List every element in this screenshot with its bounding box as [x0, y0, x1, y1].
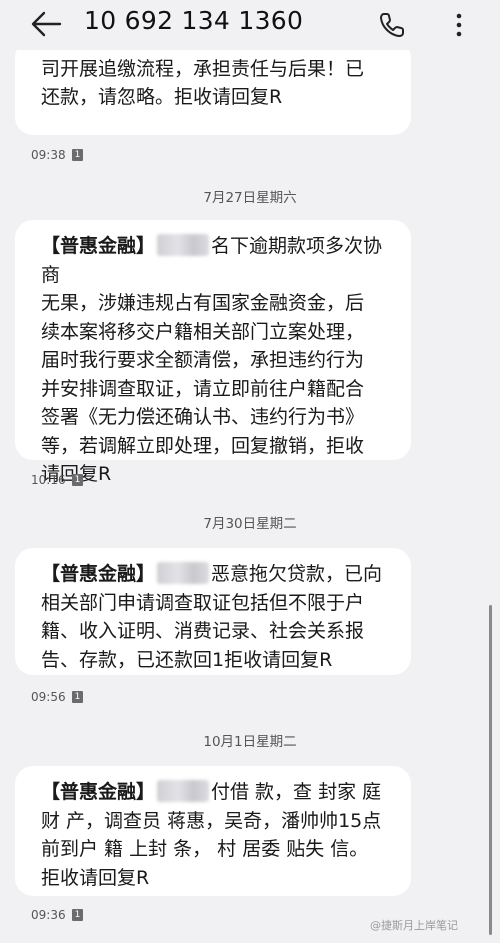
message-time: 09:36 [31, 908, 66, 922]
sim-card-icon: 1 [72, 691, 83, 703]
message-line: 还款，请忽略。拒收请回复R [41, 86, 283, 108]
message-line: 续本案将移交户籍相关部门立案处理， [41, 320, 365, 343]
message-line: 籍、收入证明、消费记录、社会关系报 [41, 620, 365, 642]
message-line: 等，若调解立即处理，回复撤销，拒收 [41, 434, 365, 457]
message-line: 无果，涉嫌违规占有国家金融资金，后 [41, 292, 365, 314]
sender-brand: 【普惠金融】 [41, 563, 156, 585]
message-line: 司开展追缴流程，承担责任与后果！已 [41, 57, 365, 80]
more-options-icon[interactable] [448, 10, 470, 40]
message-line: 财 产，调查员 蒋惠，吴奇，潘帅帅15点 [41, 809, 382, 832]
message-bubble[interactable]: 【普惠金融】 名下逾期款项多次协商 无果，涉嫌违规占有国家金融资金，后 续本案将移… [15, 220, 411, 485]
sim-card-icon: 1 [72, 149, 83, 161]
message-bubble[interactable]: 【普惠金融】 恶意拖欠贷款，已向 相关部门申请调查取证包括但不限于户 籍、收入证明… [15, 548, 411, 675]
message-line: 前到户 籍 上封 条， 村 居委 贴失 信。 [41, 838, 369, 860]
sim-card-icon: 1 [72, 474, 83, 486]
message-line: 拒收请回复R [41, 866, 150, 889]
message-line: 相关部门申请调查取证包括但不限于户 [41, 591, 365, 614]
date-separator: 10月1日星期二 [203, 734, 297, 750]
message-time: 09:56 [31, 690, 66, 704]
date-separator: 7月30日星期二 [203, 516, 297, 532]
scrollbar[interactable] [489, 605, 492, 935]
back-arrow-icon[interactable] [30, 9, 62, 39]
sender-number: 10 692 134 1360 [84, 6, 304, 35]
message-time: 10:16 [31, 473, 66, 487]
phone-icon[interactable] [378, 11, 406, 39]
date-separator: 7月27日星期六 [203, 190, 297, 206]
message-line: 告、存款，已还款回1拒收请回复R [41, 648, 333, 671]
message-line: 【普惠金融】 恶意拖欠贷款，已向 [41, 562, 383, 585]
sender-brand: 【普惠金融】 [41, 235, 156, 257]
message-line: 届时我行要求全额清偿，承担违约行为 [41, 349, 365, 371]
message-bubble[interactable]: 款信函一式三份，委托当地三方债务公 司开展追缴流程，承担责任与后果！已 还款，请… [15, 29, 411, 135]
conversation-header: 10 692 134 1360 [0, 0, 500, 50]
watermark: @捷斯月上岸笔记 [370, 919, 458, 932]
message-time: 09:38 [31, 148, 66, 162]
message-line: 【普惠金融】 付借 款，查 封家 庭 [41, 780, 382, 803]
message-line: 请回复R [41, 460, 401, 489]
redacted-name [157, 234, 210, 256]
sim-card-icon: 1 [72, 909, 83, 921]
redacted-name [157, 780, 210, 802]
message-line: 【普惠金融】 名下逾期款项多次协商 [41, 234, 383, 286]
sender-brand: 【普惠金融】 [41, 781, 156, 803]
redacted-name [157, 562, 210, 584]
message-line: 并安排调查取证，请立即前往户籍配合 [41, 377, 365, 400]
message-bubble[interactable]: 【普惠金融】 付借 款，查 封家 庭 财 产，调查员 蒋惠，吴奇，潘帅帅15点 前… [15, 766, 411, 896]
message-line: 签署《无力偿还确认书、违约行为书》 [41, 406, 365, 428]
